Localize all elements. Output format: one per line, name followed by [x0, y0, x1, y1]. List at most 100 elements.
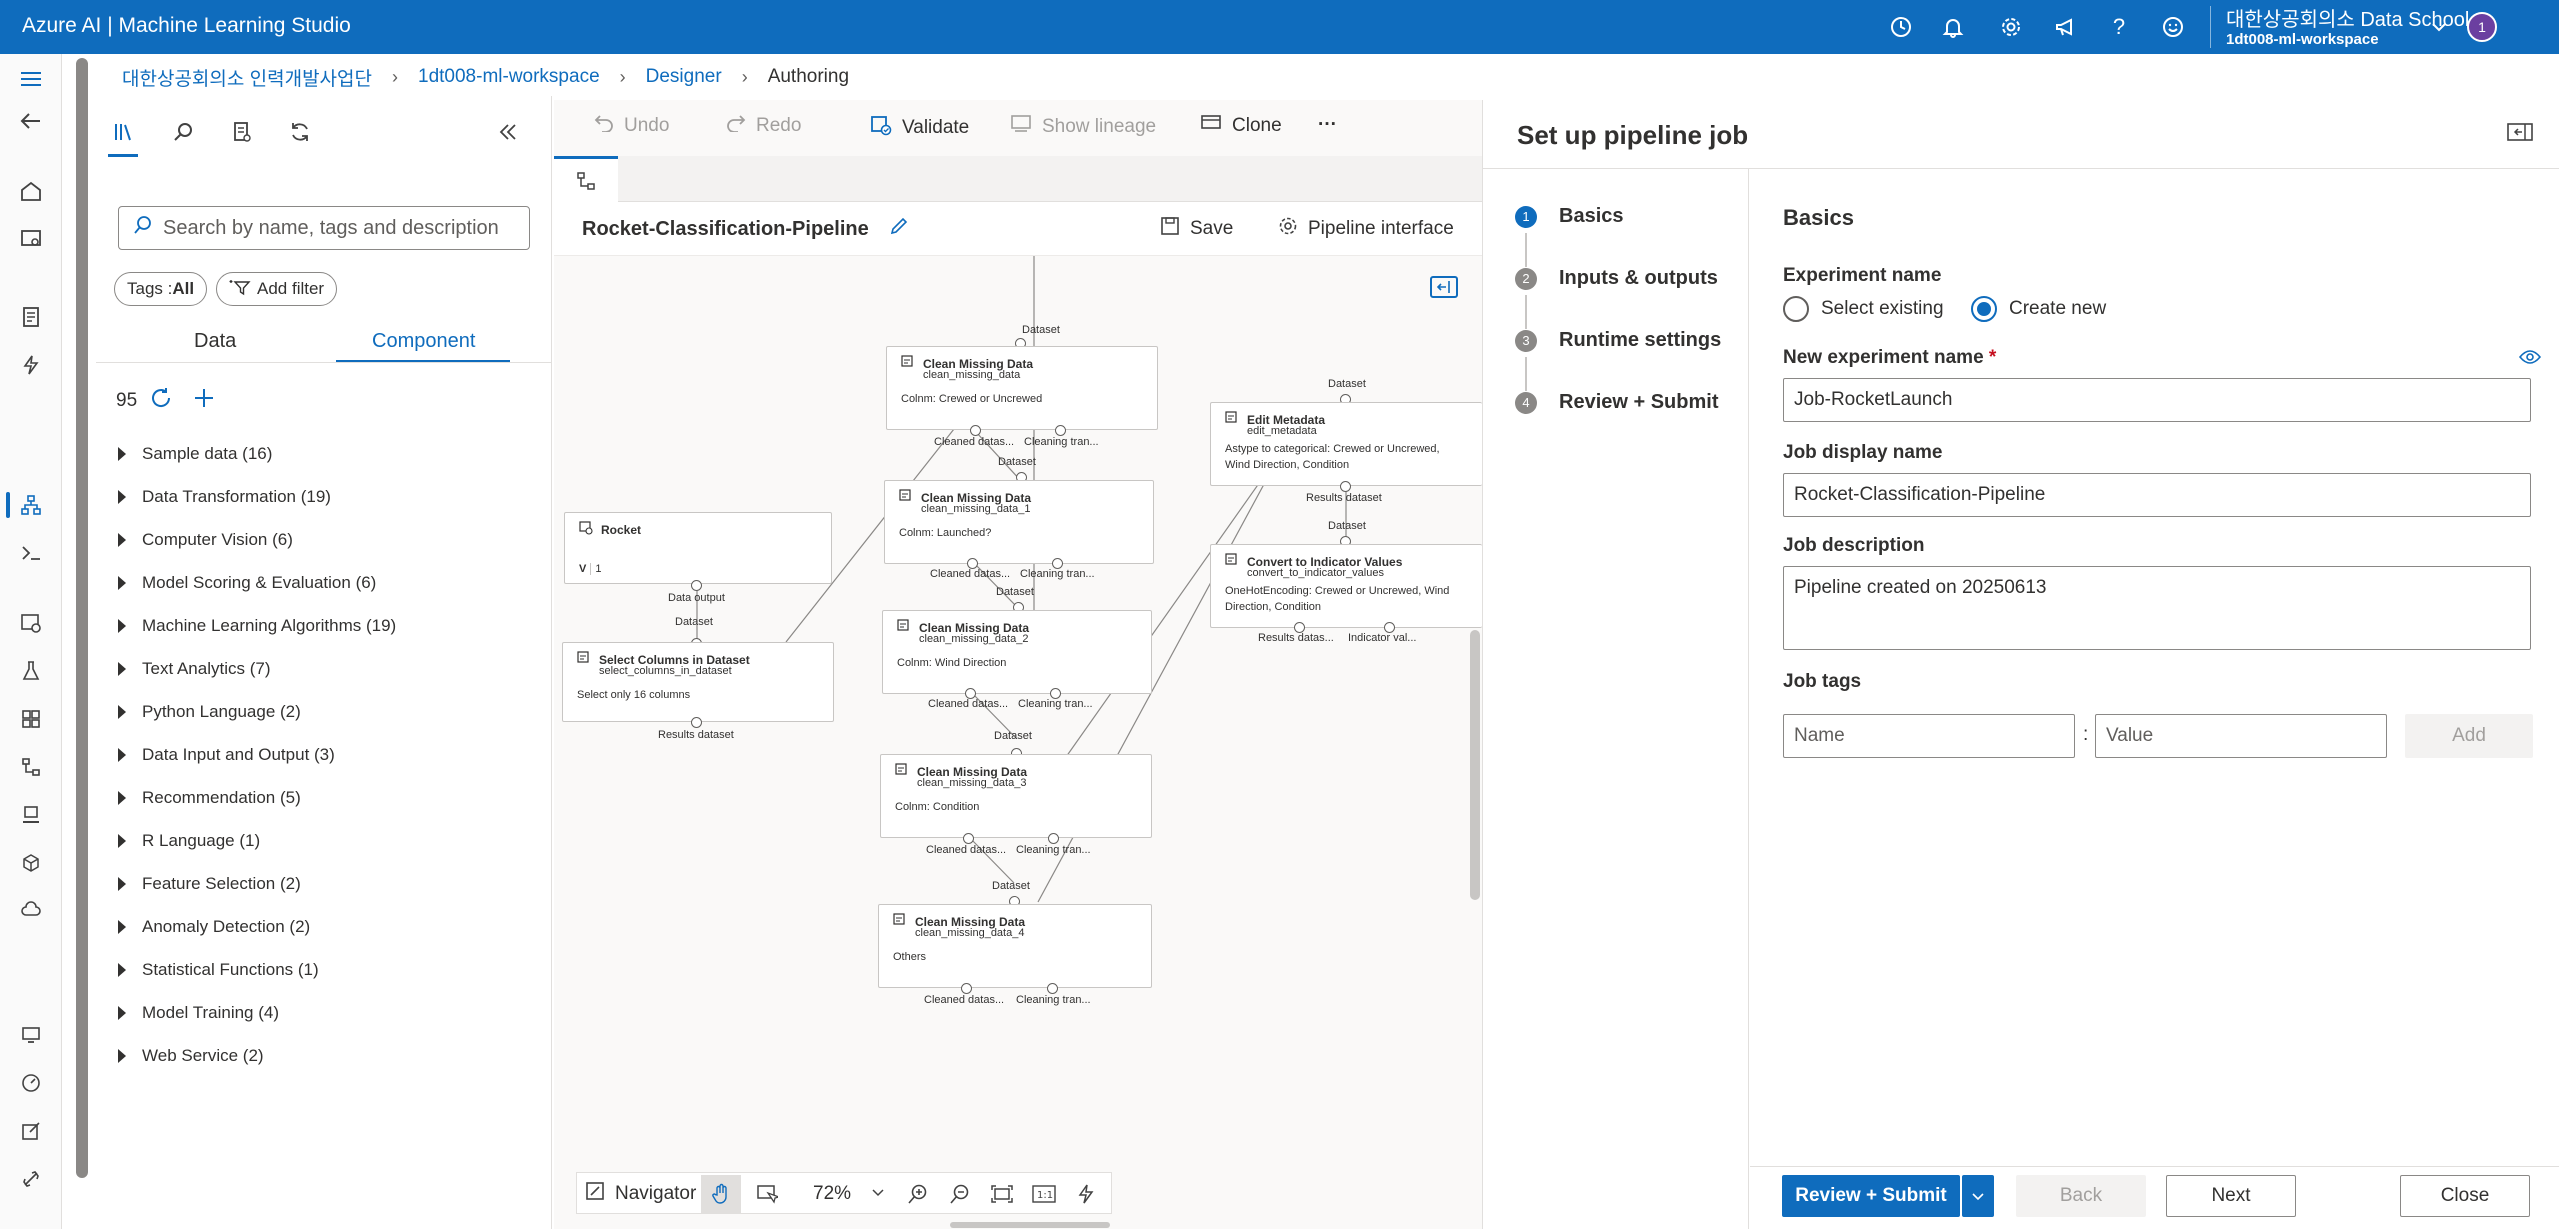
app-title[interactable]: Azure AI | Machine Learning Studio: [22, 14, 351, 38]
job-description-textarea[interactable]: Pipeline created on 20250613: [1783, 566, 2531, 650]
components-icon[interactable]: [16, 704, 46, 734]
prompt-flow-icon[interactable]: [16, 538, 46, 568]
help-icon[interactable]: ?: [2104, 12, 2134, 42]
output-port[interactable]: [691, 717, 702, 728]
bell-icon[interactable]: [1938, 12, 1968, 42]
category-feature-selection[interactable]: Feature Selection (2): [118, 870, 301, 898]
breadcrumb-designer[interactable]: Designer: [646, 66, 722, 88]
canvas-vertical-scrollbar[interactable]: [1470, 630, 1480, 900]
step-runtime-settings[interactable]: 3 Runtime settings: [1515, 329, 1721, 352]
eye-icon[interactable]: [2518, 349, 2542, 370]
tags-filter[interactable]: Tags : All: [114, 272, 208, 306]
step-inputs-outputs[interactable]: 2 Inputs & outputs: [1515, 267, 1718, 290]
library-tab[interactable]: [102, 110, 146, 154]
monitoring-icon[interactable]: [16, 1068, 46, 1098]
tab-data[interactable]: Data: [194, 330, 236, 353]
category-anomaly-detection[interactable]: Anomaly Detection (2): [118, 913, 310, 941]
output-port[interactable]: [1055, 425, 1066, 436]
data-icon[interactable]: [16, 608, 46, 638]
output-port[interactable]: [961, 983, 972, 994]
dock-panel-icon[interactable]: [2507, 122, 2535, 146]
zoom-in-icon[interactable]: [903, 1181, 933, 1207]
add-filter-button[interactable]: Add filter: [216, 272, 338, 306]
data-labeling-icon[interactable]: [16, 1116, 46, 1146]
more-options-button[interactable]: ···: [1318, 114, 1337, 136]
node-clean-missing-data-4[interactable]: Clean Missing Data clean_missing_data_4 …: [878, 904, 1152, 988]
node-clean-missing-data-3[interactable]: Clean Missing Data clean_missing_data_3 …: [880, 754, 1152, 838]
search-input[interactable]: Search by name, tags and description: [163, 217, 499, 240]
model-catalog-icon[interactable]: [16, 224, 46, 254]
add-icon[interactable]: [193, 387, 215, 415]
step-review-submit[interactable]: 4 Review + Submit: [1515, 391, 1719, 414]
navigator-button[interactable]: Navigator: [585, 1181, 696, 1207]
notebooks-icon[interactable]: [16, 302, 46, 332]
clone-button[interactable]: Clone: [1200, 114, 1282, 138]
node-rocket-dataset[interactable]: Rocket V 1: [564, 512, 832, 584]
create-new-radio[interactable]: Create new: [1971, 296, 2106, 322]
redo-button[interactable]: Redo: [726, 114, 801, 138]
step-basics[interactable]: 1 Basics: [1515, 205, 1624, 228]
pipelines-icon[interactable]: [16, 752, 46, 782]
auto-layout-icon[interactable]: [1071, 1181, 1101, 1207]
megaphone-icon[interactable]: [2050, 12, 2080, 42]
review-submit-button[interactable]: Review + Submit: [1782, 1175, 1960, 1217]
breadcrumb-workspace[interactable]: 1dt008-ml-workspace: [418, 66, 600, 88]
actual-size-icon[interactable]: 1:1: [1029, 1181, 1059, 1207]
output-port[interactable]: [1340, 481, 1351, 492]
next-button[interactable]: Next: [2166, 1175, 2296, 1217]
output-port[interactable]: [1048, 833, 1059, 844]
category-ml-algorithms[interactable]: Machine Learning Algorithms (19): [118, 612, 396, 640]
search-tab-icon[interactable]: [162, 110, 206, 154]
canvas-horizontal-scrollbar[interactable]: [950, 1222, 1110, 1228]
category-data-transformation[interactable]: Data Transformation (19): [118, 483, 331, 511]
output-port[interactable]: [691, 580, 702, 591]
node-clean-missing-data[interactable]: Clean Missing Data clean_missing_data Co…: [886, 346, 1158, 430]
show-lineage-button[interactable]: Show lineage: [1010, 114, 1156, 140]
category-model-scoring[interactable]: Model Scoring & Evaluation (6): [118, 569, 376, 597]
node-convert-indicator-values[interactable]: Convert to Indicator Values convert_to_i…: [1210, 544, 1482, 628]
fit-to-screen-icon[interactable]: [987, 1181, 1017, 1207]
linked-services-icon[interactable]: [16, 1164, 46, 1194]
category-recommendation[interactable]: Recommendation (5): [118, 784, 301, 812]
category-sample-data[interactable]: Sample data (16): [118, 440, 272, 468]
select-mode-icon[interactable]: [749, 1181, 785, 1207]
rail-scrollbar[interactable]: [76, 58, 88, 1178]
validate-button[interactable]: Validate: [870, 114, 969, 142]
fit-panel-icon[interactable]: [1430, 276, 1458, 298]
add-tag-button[interactable]: Add: [2405, 714, 2533, 758]
select-existing-radio[interactable]: Select existing: [1783, 296, 1944, 322]
back-arrow-icon[interactable]: [16, 106, 46, 136]
category-computer-vision[interactable]: Computer Vision (6): [118, 526, 293, 554]
zoom-dropdown[interactable]: 72%: [813, 1181, 885, 1207]
undo-button[interactable]: Undo: [594, 114, 669, 138]
node-clean-missing-data-2[interactable]: Clean Missing Data clean_missing_data_2 …: [882, 610, 1152, 694]
automated-ml-icon[interactable]: [16, 350, 46, 380]
edit-pencil-icon[interactable]: [889, 216, 909, 242]
clock-icon[interactable]: [1886, 12, 1916, 42]
pipeline-canvas[interactable]: Rocket V 1 Data output Dataset Select Co…: [554, 202, 1482, 1229]
properties-tab-icon[interactable]: [220, 110, 264, 154]
collapse-panel-icon[interactable]: [486, 110, 530, 154]
chevron-down-icon[interactable]: [2424, 12, 2454, 42]
category-r-language[interactable]: R Language (1): [118, 827, 260, 855]
category-model-training[interactable]: Model Training (4): [118, 999, 279, 1027]
asset-search-box[interactable]: Search by name, tags and description: [118, 206, 530, 250]
output-port[interactable]: [1047, 983, 1058, 994]
tag-value-input[interactable]: Value: [2095, 714, 2387, 758]
pan-hand-icon[interactable]: [701, 1175, 741, 1213]
save-button[interactable]: Save: [1160, 216, 1233, 242]
category-python-language[interactable]: Python Language (2): [118, 698, 301, 726]
node-clean-missing-data-1[interactable]: Clean Missing Data clean_missing_data_1 …: [884, 480, 1154, 564]
zoom-out-icon[interactable]: [945, 1181, 975, 1207]
environments-icon[interactable]: [16, 800, 46, 830]
category-web-service[interactable]: Web Service (2): [118, 1042, 264, 1070]
workspace-name[interactable]: 1dt008-ml-workspace: [2226, 31, 2379, 48]
node-select-columns[interactable]: Select Columns in Dataset select_columns…: [562, 642, 834, 722]
node-edit-metadata[interactable]: Edit Metadata edit_metadata Astype to ca…: [1210, 402, 1482, 486]
review-submit-dropdown[interactable]: [1962, 1175, 1994, 1217]
models-icon[interactable]: [16, 848, 46, 878]
job-display-name-input[interactable]: Rocket-Classification-Pipeline: [1783, 473, 2531, 517]
home-icon[interactable]: [16, 176, 46, 206]
experiment-name-input[interactable]: Job-RocketLaunch: [1783, 378, 2531, 422]
breadcrumb-org[interactable]: 대한상공회의소 인력개발사업단: [122, 64, 372, 91]
